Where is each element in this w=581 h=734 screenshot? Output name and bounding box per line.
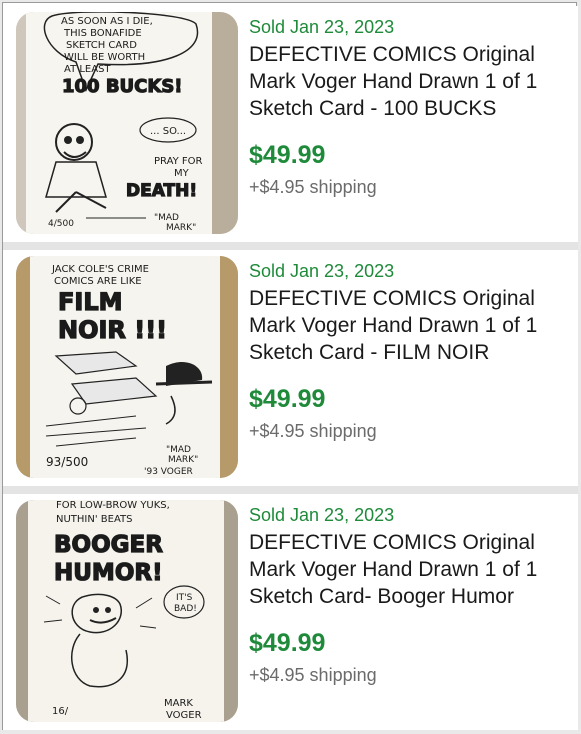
card-text: '93 VOGER: [144, 467, 193, 477]
card-text: "MAD: [154, 213, 179, 223]
card-text: AT LEAST: [64, 64, 111, 75]
card-text: MARK": [168, 455, 198, 465]
card-text: AS SOON AS I DIE,: [61, 16, 153, 27]
card-text: 100 BUCKS!: [62, 76, 183, 97]
card-text: PRAY FOR: [154, 156, 203, 167]
listing-price: $49.99: [249, 629, 326, 657]
card-text: MARK: [164, 698, 193, 709]
card-text: JACK COLE'S CRIME: [51, 264, 149, 275]
listing-price: $49.99: [249, 141, 326, 169]
listing-thumbnail-1[interactable]: AS SOON AS I DIE, THIS BONAFIDE SKETCH C…: [16, 12, 238, 234]
listing-thumbnail-3[interactable]: FOR LOW-BROW YUKS, NUTHIN' BEATS BOOGER …: [16, 500, 238, 722]
sold-date: Sold Jan 23, 2023: [249, 17, 395, 37]
listing-info-2: Sold Jan 23, 2023 DEFECTIVE COMICS Origi…: [249, 260, 569, 442]
card-text: COMICS ARE LIKE: [54, 276, 142, 287]
listing-card-2[interactable]: JACK COLE'S CRIME COMICS ARE LIKE FILM N…: [3, 250, 578, 486]
shipping-cost: +$4.95 shipping: [249, 665, 377, 685]
card-text: 4/500: [48, 219, 74, 229]
card-text: BOOGER: [54, 532, 163, 558]
card-text: MARK": [166, 223, 196, 233]
listing-card-3[interactable]: FOR LOW-BROW YUKS, NUTHIN' BEATS BOOGER …: [3, 494, 578, 730]
listing-info-3: Sold Jan 23, 2023 DEFECTIVE COMICS Origi…: [249, 504, 569, 686]
card-text: ... SO...: [150, 126, 186, 137]
card-text: IT'S: [176, 593, 193, 603]
listing-title[interactable]: DEFECTIVE COMICS Original Mark Voger Han…: [249, 285, 569, 366]
card-text: DEATH!: [126, 181, 197, 201]
card-text: 16/: [52, 706, 69, 717]
card-text: THIS BONAFIDE: [63, 28, 142, 39]
card-text: FILM: [58, 288, 123, 316]
sold-date: Sold Jan 23, 2023: [249, 505, 395, 525]
listing-title[interactable]: DEFECTIVE COMICS Original Mark Voger Han…: [249, 529, 569, 610]
shipping-cost: +$4.95 shipping: [249, 421, 377, 441]
listing-thumbnail-2[interactable]: JACK COLE'S CRIME COMICS ARE LIKE FILM N…: [16, 256, 238, 478]
shipping-cost: +$4.95 shipping: [249, 177, 377, 197]
listing-divider: [3, 242, 578, 250]
card-text: "MAD: [166, 445, 191, 455]
listing-info-1: Sold Jan 23, 2023 DEFECTIVE COMICS Origi…: [249, 16, 569, 198]
listing-divider: [3, 486, 578, 494]
card-text: SKETCH CARD: [66, 40, 137, 51]
card-text: MY: [174, 168, 190, 179]
card-text: VOGER: [166, 710, 202, 721]
listing-price: $49.99: [249, 385, 326, 413]
card-text: FOR LOW-BROW YUKS,: [56, 500, 170, 511]
card-text: BAD!: [174, 604, 197, 614]
card-text: 93/500: [46, 455, 88, 469]
card-text: HUMOR!: [54, 560, 163, 586]
card-text: WILL BE WORTH: [64, 52, 145, 63]
card-text: NUTHIN' BEATS: [56, 514, 132, 525]
listing-card-1[interactable]: AS SOON AS I DIE, THIS BONAFIDE SKETCH C…: [3, 6, 578, 242]
sold-date: Sold Jan 23, 2023: [249, 261, 395, 281]
card-text: NOIR !!!: [58, 316, 167, 344]
listing-title[interactable]: DEFECTIVE COMICS Original Mark Voger Han…: [249, 41, 569, 122]
